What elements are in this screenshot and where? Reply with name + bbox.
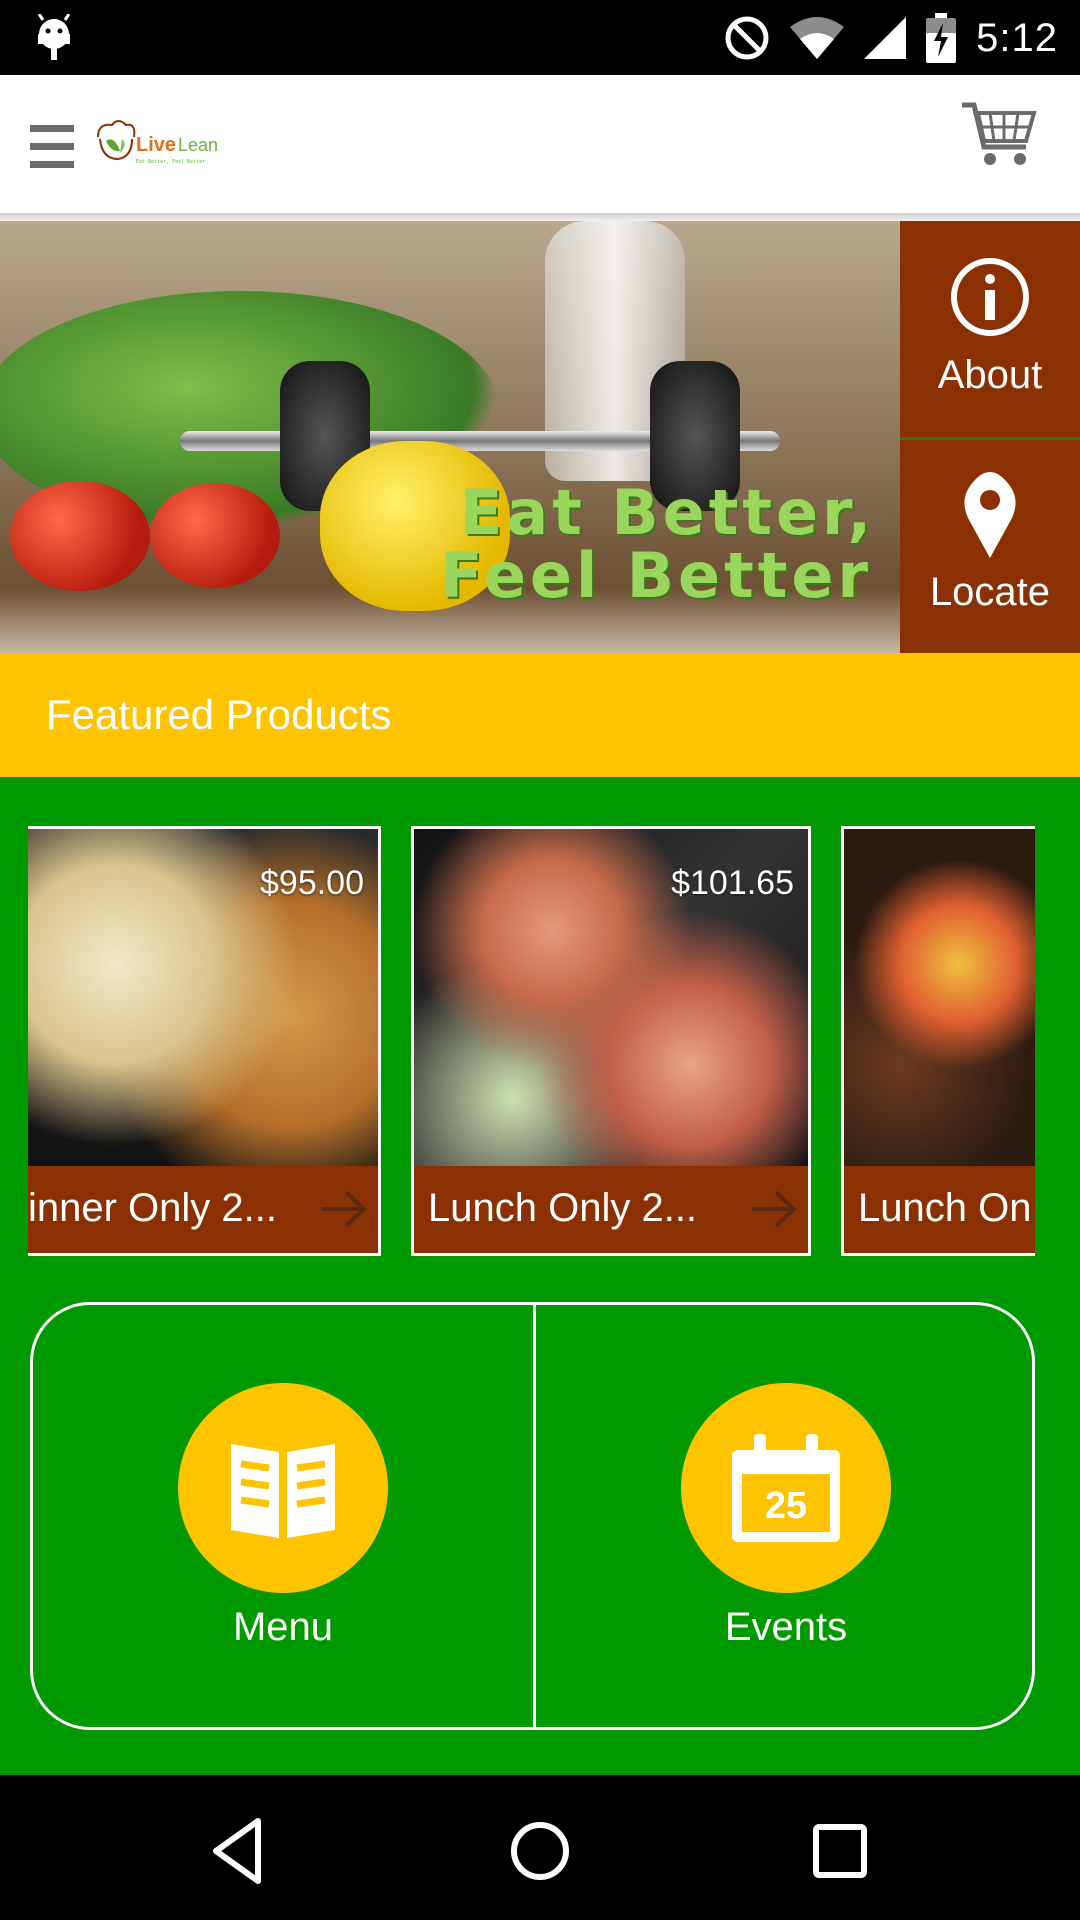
do-not-disturb-icon — [725, 16, 769, 60]
status-bar: 5:12 — [0, 0, 1080, 75]
svg-text:Live: Live — [136, 134, 176, 156]
shopping-cart-icon[interactable] — [960, 95, 1040, 175]
product-name: Lunch On — [858, 1186, 1032, 1230]
about-button[interactable]: About — [900, 221, 1080, 437]
tomato-image — [10, 481, 150, 591]
product-card[interactable]: $95.00 inner Only 2... — [28, 826, 381, 1256]
events-label: Events — [724, 1605, 848, 1649]
hero-tagline-line2: Feel Better — [440, 539, 872, 612]
events-button[interactable]: 25 Events — [536, 1305, 1036, 1727]
app-logo: Live Lean Eat Better, Feel Better — [92, 115, 252, 179]
featured-products-header: Featured Products — [0, 653, 1080, 777]
calendar-icon: 25 — [732, 1434, 840, 1542]
tomato-image — [150, 483, 280, 588]
hero-banner[interactable]: Eat Better, Feel Better — [0, 221, 900, 653]
android-debug-icon — [37, 14, 71, 60]
recents-icon[interactable] — [800, 1811, 880, 1891]
info-icon — [951, 258, 1029, 336]
svg-text:Eat Better, Feel Better: Eat Better, Feel Better — [136, 159, 205, 165]
battery-charging-icon — [926, 13, 957, 63]
menu-label: Menu — [232, 1605, 334, 1649]
quick-links-panel: Menu 25 Events — [30, 1302, 1035, 1730]
product-caption: Lunch On — [844, 1166, 1035, 1253]
open-book-icon — [231, 1444, 335, 1538]
signal-icon — [864, 17, 907, 59]
product-image — [844, 829, 1035, 1166]
arrow-right-icon — [322, 1190, 367, 1228]
product-caption: Lunch Only 2... — [414, 1166, 808, 1253]
back-icon[interactable] — [200, 1811, 280, 1891]
menu-button[interactable]: Menu — [33, 1305, 533, 1727]
product-price: $101.65 — [671, 864, 794, 902]
product-card[interactable]: Lunch On — [841, 826, 1035, 1256]
clock: 5:12 — [976, 15, 1058, 60]
calendar-day: 25 — [765, 1485, 807, 1527]
system-nav-bar — [0, 1775, 1080, 1920]
product-card[interactable]: $101.65 Lunch Only 2... — [411, 826, 811, 1256]
product-caption: inner Only 2... — [28, 1166, 378, 1253]
wifi-icon — [790, 17, 845, 59]
about-label: About — [937, 353, 1043, 397]
app-bar-shadow — [0, 213, 1080, 221]
locate-button[interactable]: Locate — [900, 437, 1080, 653]
hamburger-menu-icon[interactable] — [28, 123, 76, 171]
menu-icon-circle — [178, 1383, 388, 1593]
home-icon[interactable] — [500, 1811, 580, 1891]
app-bar: Live Lean Eat Better, Feel Better — [0, 75, 1080, 215]
arrow-right-icon — [752, 1190, 797, 1228]
svg-text:Lean: Lean — [178, 135, 218, 155]
product-name: Lunch Only 2... — [428, 1186, 698, 1230]
product-price: $95.00 — [260, 864, 364, 902]
product-name: inner Only 2... — [28, 1186, 278, 1230]
featured-products-title: Featured Products — [46, 691, 392, 738]
events-icon-circle: 25 — [681, 1383, 891, 1593]
map-pin-icon — [964, 472, 1016, 558]
locate-label: Locate — [929, 570, 1051, 614]
